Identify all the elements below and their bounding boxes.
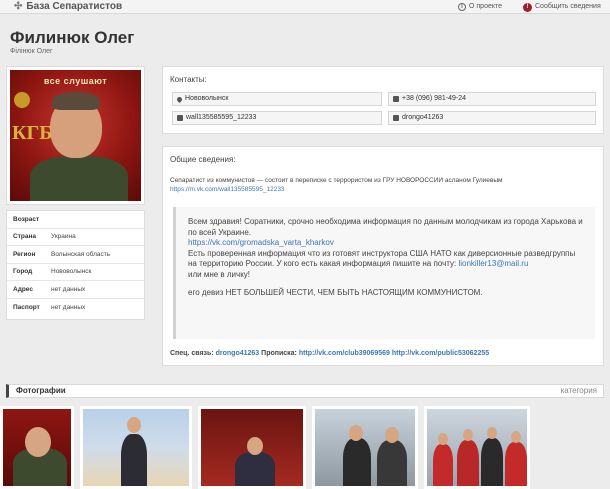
- photos-section-header: Фотографии категория: [6, 384, 604, 398]
- skype-icon: [393, 115, 399, 121]
- vk-icon: [177, 115, 183, 121]
- info-row-age: Возраст: [7, 211, 144, 229]
- info-value: Нововолынск: [51, 268, 92, 276]
- quote-text-3: или мне в личку!: [188, 269, 251, 279]
- profile-photo-card: все слушают КГБ: [6, 66, 145, 205]
- quote-link[interactable]: https://vk.com/gromadska_varta_kharkov: [188, 238, 334, 247]
- info-key: Адрес: [13, 285, 33, 293]
- person-body-graphic: [30, 156, 128, 201]
- registration-link-1[interactable]: http://vk.com/club39069569: [299, 350, 390, 357]
- person-hair-graphic: [52, 92, 100, 110]
- brand-link[interactable]: ✣ База Сепаратистов: [14, 0, 122, 14]
- contact-phone-value: +38 (096) 981-49-24: [402, 95, 467, 102]
- quote-email-link[interactable]: lionkiller13@mail.ru: [458, 259, 528, 268]
- info-key: Страна: [13, 233, 37, 241]
- info-value: нет данных: [51, 285, 86, 293]
- photo-text: КГБ: [12, 122, 53, 144]
- quote-text-4: его девиз НЕТ БОЛЬШЕЙ ЧЕСТИ, ЧЕМ БЫТЬ НА…: [188, 288, 483, 297]
- photo-thumbnail[interactable]: [312, 406, 418, 489]
- contact-vk-value: wall135585595_12233: [186, 114, 257, 121]
- photos-title: Фотографии: [16, 386, 66, 395]
- report-label: Сообщить сведения: [535, 3, 601, 10]
- contact-phone: +38 (096) 981-49-24: [388, 92, 596, 106]
- location-pin-icon: [175, 95, 184, 103]
- photo-thumbnail[interactable]: [198, 406, 306, 489]
- description-link[interactable]: https://m.vk.com/wall135585595_12233: [170, 186, 285, 193]
- general-title: Общие сведения:: [170, 155, 236, 164]
- quote-block: Всем здравия! Соратники, срочно необходи…: [173, 207, 595, 339]
- registration-link-2[interactable]: http://vk.com/public53062255: [392, 350, 489, 357]
- brand-title: База Сепаратистов: [26, 1, 123, 12]
- about-link[interactable]: i О проекте: [458, 0, 502, 14]
- contact-city-value: Нововолынск: [185, 95, 229, 102]
- info-value: Волынская область: [51, 250, 111, 258]
- info-key: Регион: [13, 250, 36, 258]
- special-contacts: Спец. связь: drongo41263 Прописка: http:…: [170, 350, 489, 357]
- description-text: Сепаратист из коммунистов — состоит в пе…: [170, 177, 503, 184]
- report-link[interactable]: ! Сообщить сведения: [523, 0, 601, 14]
- contacts-title: Контакты:: [170, 75, 207, 84]
- contact-skype-value: drongo41263: [402, 114, 444, 121]
- contacts-panel: Контакты: Нововолынск +38 (096) 981-49-2…: [162, 66, 604, 134]
- info-key: Возраст: [13, 215, 40, 223]
- about-label: О проекте: [469, 3, 503, 10]
- special-value-link[interactable]: drongo41263: [216, 350, 260, 357]
- page-subtitle: Філінюк Олег: [10, 48, 53, 55]
- info-key: Паспорт: [13, 303, 40, 311]
- info-icon: i: [458, 3, 466, 11]
- personal-info-table: Возраст Страна Украина Регион Волынская …: [6, 210, 145, 320]
- info-value: нет данных: [51, 303, 86, 311]
- info-row-region: Регион Волынская область: [7, 246, 144, 264]
- general-description: Сепаратист из коммунистов — состоит в пе…: [170, 176, 595, 194]
- top-bar: ✣ База Сепаратистов i О проекте ! Сообщи…: [0, 0, 610, 14]
- contact-skype[interactable]: drongo41263: [388, 111, 596, 125]
- photo-thumbnail[interactable]: [80, 406, 192, 489]
- photo-thumbnail[interactable]: [424, 406, 530, 489]
- general-info-panel: Общие сведения: Сепаратист из коммунисто…: [162, 146, 604, 366]
- info-row-country: Страна Украина: [7, 229, 144, 246]
- info-row-passport: Паспорт нет данных: [7, 299, 144, 317]
- crosshair-icon: ✣: [14, 1, 23, 12]
- info-value: Украина: [51, 233, 76, 241]
- photo-caption: все слушают: [43, 76, 108, 86]
- info-row-address: Адрес нет данных: [7, 281, 144, 299]
- category-link[interactable]: категория: [561, 385, 597, 397]
- emblem-graphic: [14, 92, 30, 108]
- special-label: Спец. связь:: [170, 350, 214, 357]
- contact-vk[interactable]: wall135585595_12233: [172, 111, 382, 125]
- contact-city: Нововолынск: [172, 92, 382, 106]
- info-row-city: Город Нововолынск: [7, 264, 144, 281]
- phone-icon: [393, 96, 399, 102]
- quote-text-1: Всем здравия! Соратники, срочно необходи…: [188, 217, 583, 237]
- page-title: Филинюк Олег: [10, 28, 135, 47]
- info-key: Город: [13, 268, 33, 276]
- profile-photo[interactable]: все слушают КГБ: [10, 70, 141, 201]
- registration-label: Прописка:: [261, 350, 297, 357]
- photo-thumbnail[interactable]: [0, 406, 74, 489]
- report-icon: !: [523, 2, 532, 12]
